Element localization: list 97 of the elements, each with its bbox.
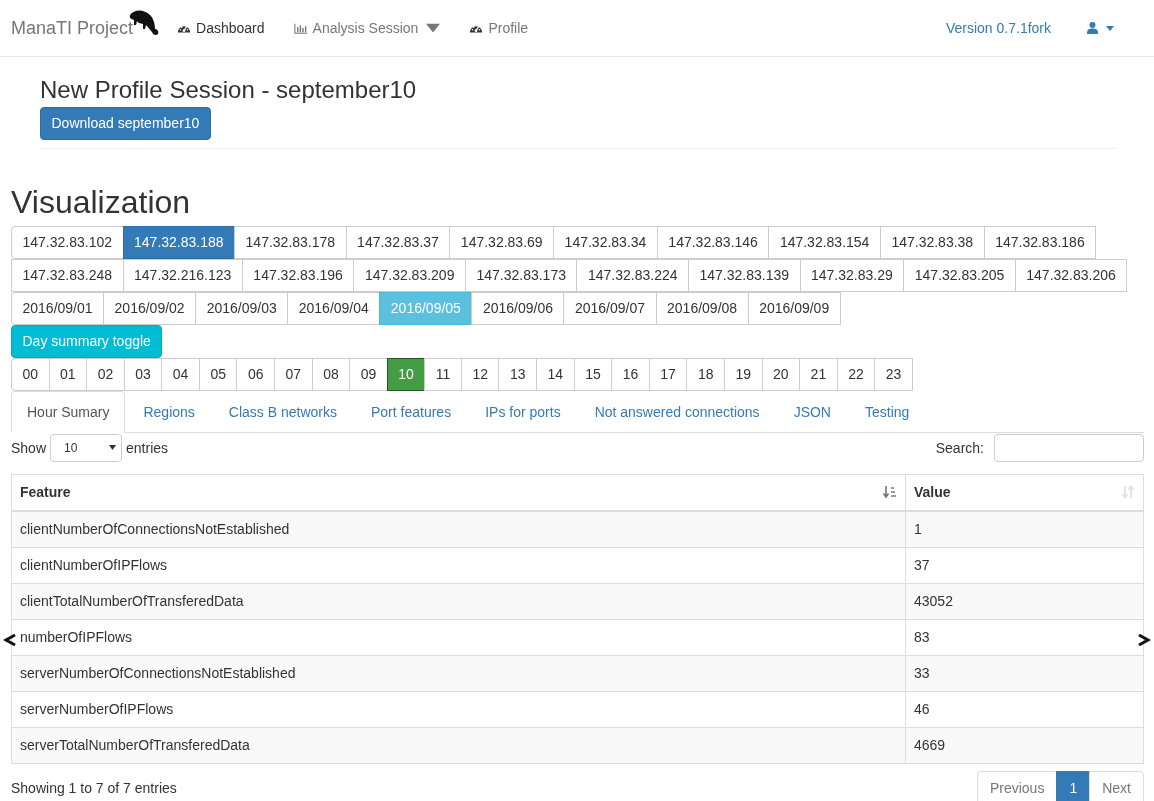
nav-link[interactable]: Profile <box>454 20 544 36</box>
ip-button[interactable]: 147.32.83.205 <box>903 259 1016 292</box>
hour-button[interactable]: 15 <box>573 358 613 391</box>
user-icon <box>1087 22 1098 34</box>
hour-button[interactable]: 21 <box>799 358 838 391</box>
nav-link[interactable]: Dashboard <box>162 20 280 36</box>
ip-button[interactable]: 147.32.83.146 <box>656 226 770 259</box>
table-info: Showing 1 to 7 of 7 entries <box>11 780 177 796</box>
tab[interactable]: Testing <box>848 391 926 433</box>
table-cell: 4669 <box>905 727 1144 764</box>
ip-button[interactable]: 147.32.83.206 <box>1014 259 1128 292</box>
hour-button[interactable]: 20 <box>761 358 801 391</box>
ip-button[interactable]: 147.32.83.196 <box>241 259 355 292</box>
hour-button[interactable]: 00 <box>11 358 50 391</box>
date-button[interactable]: 2016/09/09 <box>747 292 841 325</box>
sort-icon <box>1121 485 1135 500</box>
table-cell: clientNumberOfIPFlows <box>11 547 906 584</box>
search-label: Search: <box>935 440 984 456</box>
page-size-select[interactable]: 10 <box>50 434 123 462</box>
tab[interactable]: Not answered connections <box>578 391 776 433</box>
date-button[interactable]: 2016/09/06 <box>471 292 565 325</box>
ip-button[interactable]: 147.32.83.224 <box>576 259 689 292</box>
date-button[interactable]: 2016/09/02 <box>103 292 197 325</box>
hour-button[interactable]: 13 <box>498 358 538 391</box>
user-menu[interactable] <box>1087 22 1114 34</box>
tab[interactable]: IPs for ports <box>469 391 577 433</box>
ip-button[interactable]: 147.32.83.248 <box>11 259 124 292</box>
column-header[interactable]: Feature <box>11 474 906 511</box>
hour-button[interactable]: 17 <box>648 358 688 391</box>
tab[interactable]: Port features <box>355 391 468 433</box>
hour-button[interactable]: 19 <box>723 358 763 391</box>
hour-button[interactable]: 12 <box>460 358 500 391</box>
section-heading: Visualization <box>11 184 192 220</box>
page-link[interactable]: 1 <box>1056 771 1091 801</box>
search-field[interactable] <box>994 434 1144 462</box>
date-button[interactable]: 2016/09/08 <box>655 292 749 325</box>
hour-button[interactable]: 06 <box>236 358 276 391</box>
hour-button[interactable]: 05 <box>198 358 238 391</box>
ip-button[interactable]: 147.32.83.209 <box>353 259 466 292</box>
table-cell: serverNumberOfConnectionsNotEstablished <box>11 655 906 692</box>
table-cell: clientNumberOfConnectionsNotEstablished <box>11 511 906 548</box>
ip-button[interactable]: 147.32.83.186 <box>983 226 1097 259</box>
date-button[interactable]: 2016/09/04 <box>287 292 381 325</box>
brand-name[interactable]: ManaTI Project <box>11 17 134 39</box>
hour-button[interactable]: 23 <box>874 358 913 391</box>
ip-button[interactable]: 147.32.83.29 <box>799 259 905 292</box>
tab[interactable]: Hour Sumary <box>11 391 126 433</box>
ip-button[interactable]: 147.32.83.34 <box>553 226 658 259</box>
ip-button[interactable]: 147.32.83.102 <box>11 226 124 259</box>
ip-button[interactable]: 147.32.83.154 <box>768 226 881 259</box>
table-cell: serverNumberOfIPFlows <box>11 691 906 728</box>
tab[interactable]: Regions <box>127 391 211 433</box>
session-title: New Profile Session - september10 <box>40 76 418 105</box>
table-cell: serverTotalNumberOfTransferedData <box>11 727 906 764</box>
nav-link[interactable]: Analysis Session <box>278 20 456 36</box>
ip-button[interactable]: 147.32.83.37 <box>345 226 451 259</box>
date-button[interactable]: 2016/09/07 <box>563 292 657 325</box>
hour-button[interactable]: 18 <box>686 358 725 391</box>
ip-button[interactable]: 147.32.83.173 <box>464 259 578 292</box>
column-header[interactable]: Value <box>905 474 1144 511</box>
ip-button[interactable]: 147.32.83.188 <box>122 226 236 259</box>
hour-button[interactable]: 07 <box>274 358 313 391</box>
sort-icon <box>883 485 897 500</box>
ip-button[interactable]: 147.32.83.178 <box>234 226 347 259</box>
table-cell: 83 <box>905 619 1144 656</box>
hour-button[interactable]: 08 <box>311 358 351 391</box>
page-link[interactable]: Previous <box>976 771 1058 801</box>
page-link[interactable]: Next <box>1089 771 1144 801</box>
tab[interactable]: JSON <box>777 391 847 433</box>
date-button[interactable]: 2016/09/01 <box>11 292 105 325</box>
ip-button[interactable]: 147.32.83.38 <box>879 226 985 259</box>
version-link[interactable]: Version 0.7.1fork <box>945 20 1051 36</box>
hour-button[interactable]: 02 <box>86 358 125 391</box>
caret-icon <box>1106 25 1114 31</box>
hour-button[interactable]: 22 <box>836 358 876 391</box>
hour-button[interactable]: 04 <box>161 358 200 391</box>
table-cell: 43052 <box>905 583 1144 620</box>
table-cell: numberOfIPFlows <box>11 619 906 656</box>
tab[interactable]: Class B networks <box>212 391 353 433</box>
bar-chart-icon <box>293 21 308 35</box>
ip-button[interactable]: 147.32.83.139 <box>688 259 801 292</box>
date-button[interactable]: 2016/09/03 <box>195 292 289 325</box>
ip-button[interactable]: 147.32.216.123 <box>122 259 243 292</box>
hour-button[interactable]: 16 <box>611 358 650 391</box>
show-label: Show <box>11 440 47 456</box>
download-button[interactable]: Download september10 <box>40 106 211 140</box>
table-cell: 37 <box>905 547 1144 584</box>
table-cell: 46 <box>905 691 1144 728</box>
hour-button[interactable]: 09 <box>349 358 388 391</box>
table-cell: 33 <box>905 655 1144 692</box>
dropdown-arrow-icon <box>109 445 117 451</box>
table-cell: 1 <box>905 511 1144 548</box>
hour-button[interactable]: 11 <box>424 358 462 391</box>
ip-button[interactable]: 147.32.83.69 <box>449 226 555 259</box>
hour-button[interactable]: 14 <box>536 358 575 391</box>
entries-label: entries <box>126 440 169 456</box>
table-cell: clientTotalNumberOfTransferedData <box>11 583 906 620</box>
